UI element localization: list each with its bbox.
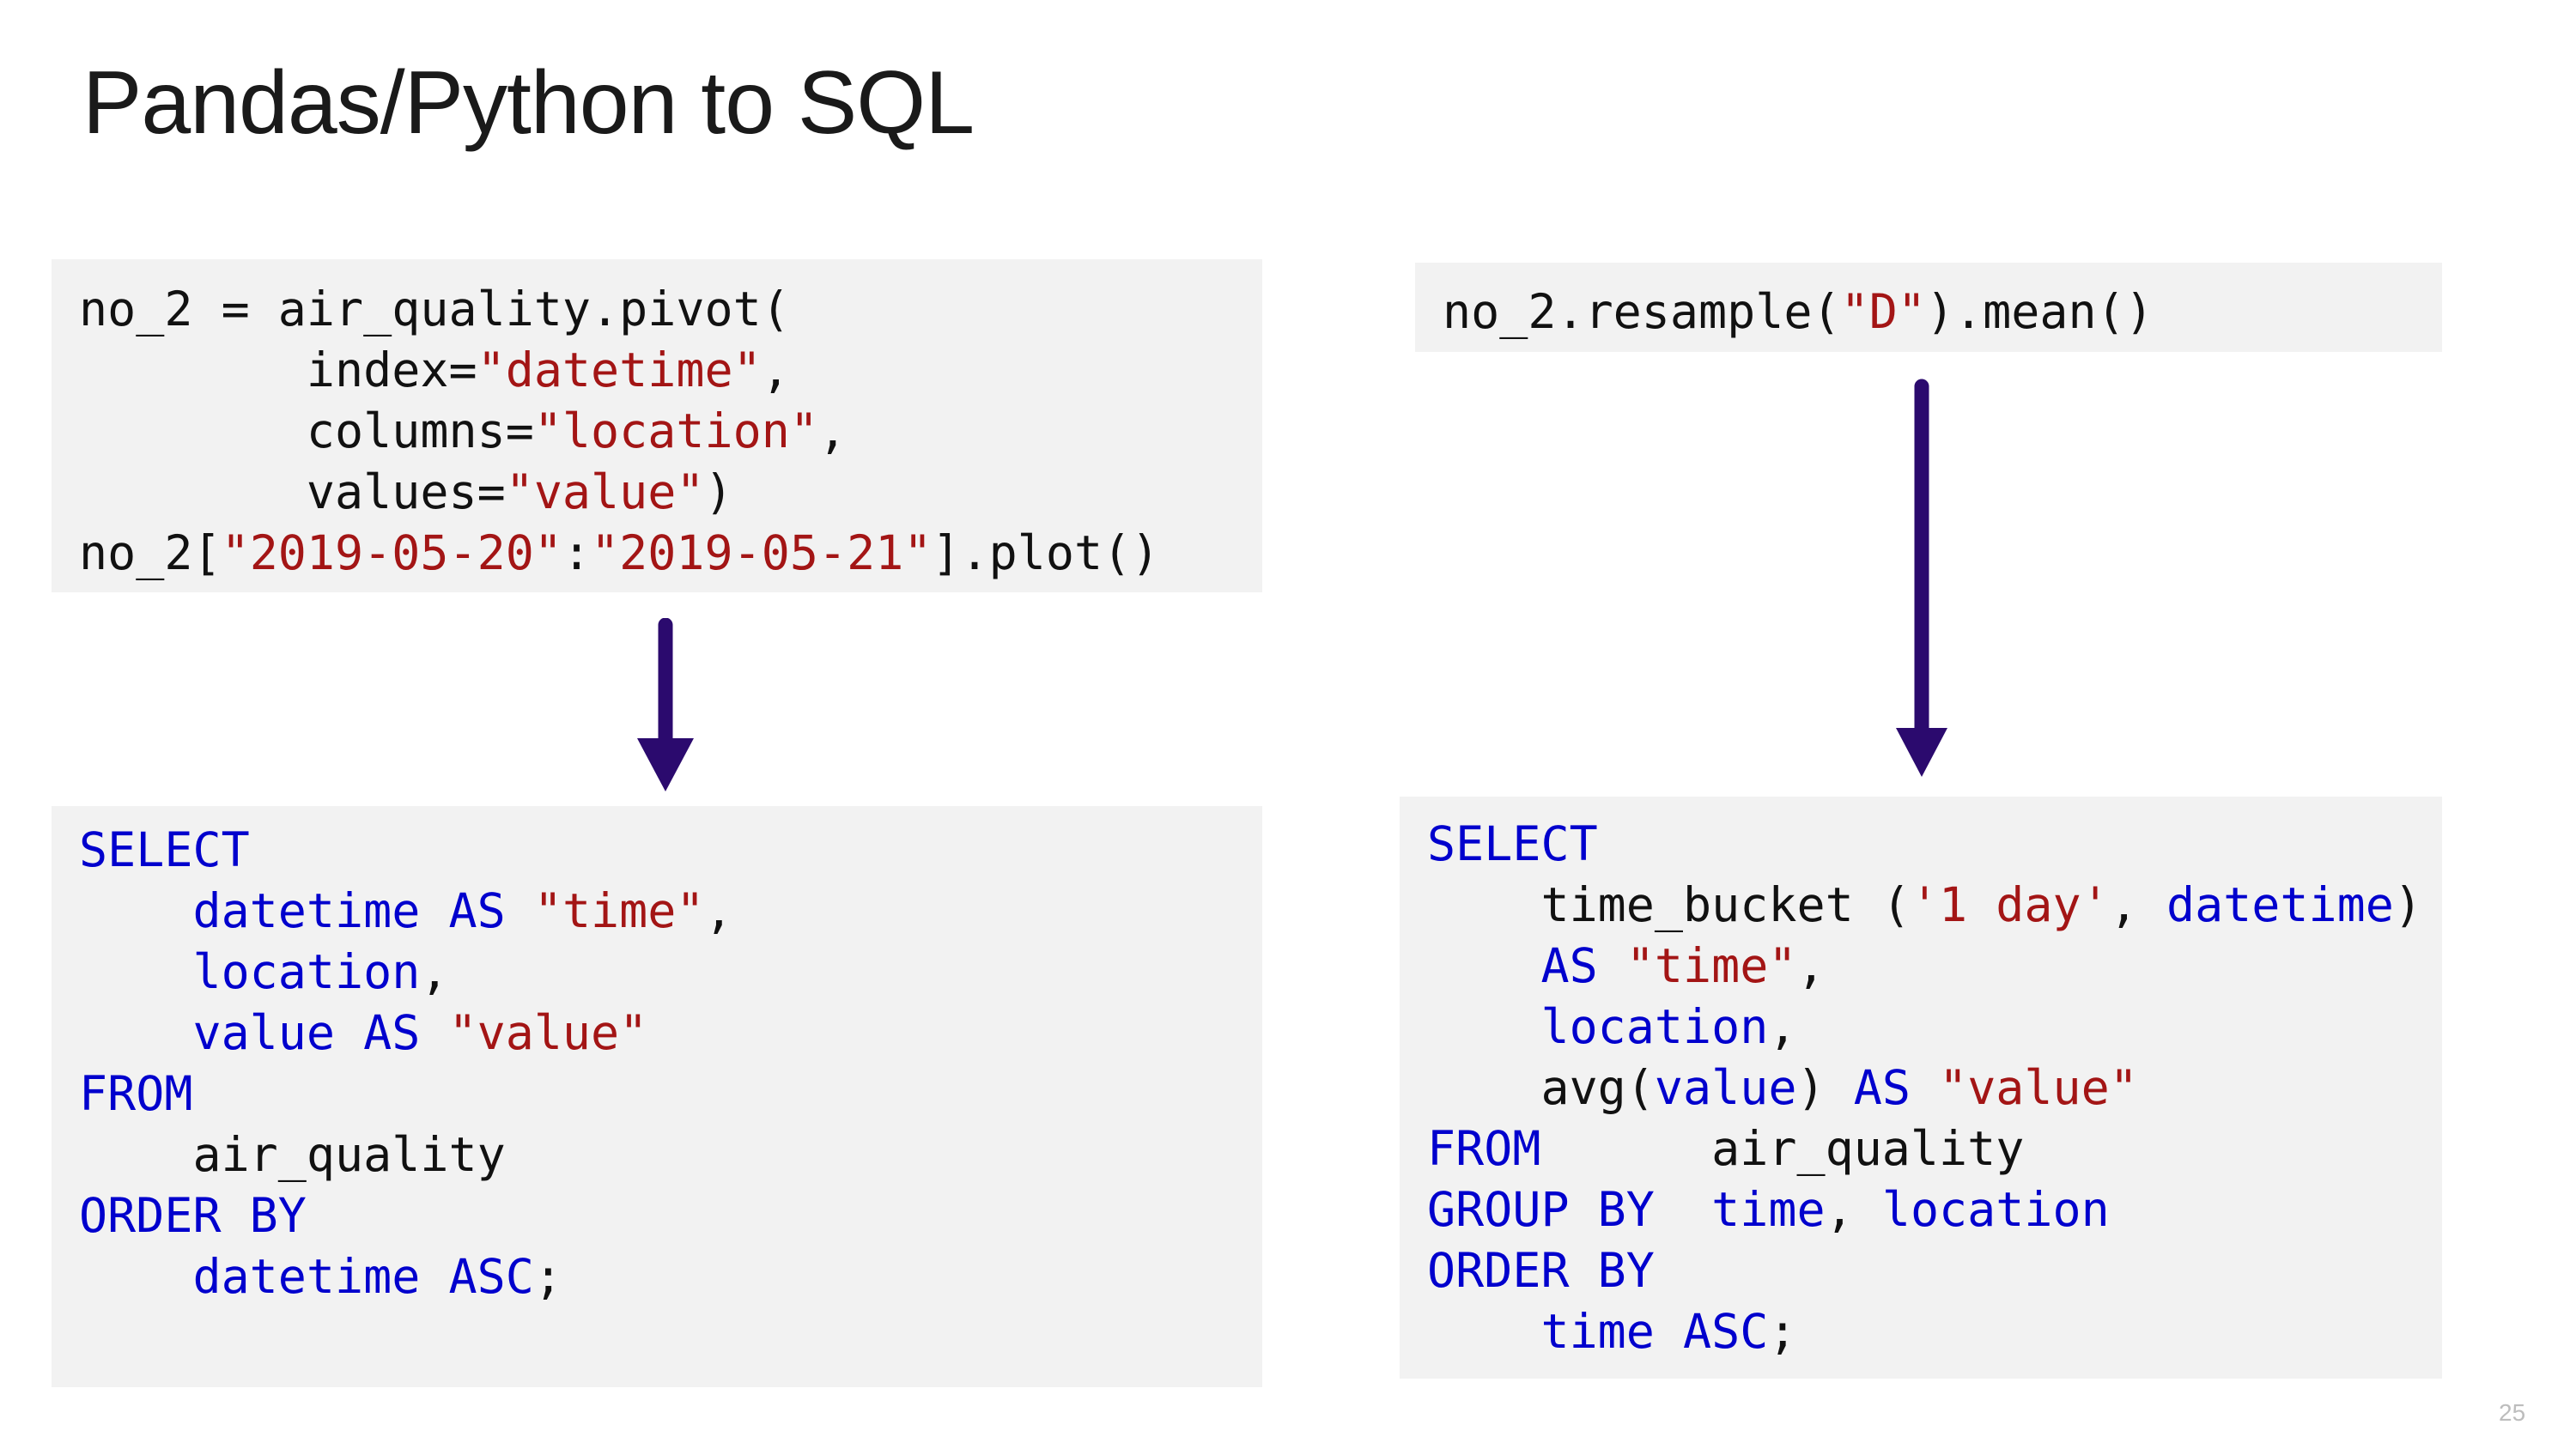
string-token: "location" — [533, 403, 818, 458]
string-token: "time" — [533, 883, 705, 938]
code-token: , — [704, 883, 733, 938]
keyword-token: ORDER BY — [79, 1188, 307, 1243]
keyword-token: time — [1711, 1182, 1826, 1237]
string-token: "datetime" — [477, 343, 762, 397]
code-token: ) — [1796, 1060, 1854, 1115]
code-line: values="value") — [79, 462, 1235, 523]
code-token: ; — [533, 1249, 562, 1304]
keyword-token: AS — [1853, 1060, 1911, 1115]
code-line: FROM air_quality — [1427, 1119, 2415, 1179]
code-token: no_2.resample( — [1443, 284, 1841, 339]
code-token: , — [2109, 877, 2166, 932]
string-token: "value" — [448, 1005, 648, 1060]
code-token: ).mean() — [1925, 284, 2154, 339]
keyword-token: SELECT — [1427, 816, 1598, 871]
keyword-token: location — [192, 944, 421, 999]
code-token: air_quality — [1540, 1121, 2025, 1176]
code-line: location, — [79, 942, 1235, 1003]
code-token: time_bucket ( — [1427, 877, 1911, 932]
code-token: values= — [79, 464, 506, 519]
keyword-token: datetime ASC — [192, 1249, 534, 1304]
keyword-token: location — [1881, 1182, 2110, 1237]
code-token: , — [761, 343, 790, 397]
keyword-token: AS — [1540, 938, 1598, 993]
string-token: "value" — [505, 464, 705, 519]
code-line: location, — [1427, 997, 2415, 1058]
code-token: avg( — [1427, 1060, 1655, 1115]
code-token: , — [420, 944, 449, 999]
arrow-down-icon — [1896, 379, 1947, 777]
code-line: index="datetime", — [79, 340, 1235, 401]
code-token: columns= — [79, 403, 534, 458]
string-token: '1 day' — [1910, 877, 2110, 932]
string-token: "time" — [1625, 938, 1797, 993]
code-token: , — [817, 403, 848, 458]
string-token: "value" — [1939, 1060, 2138, 1115]
slide-title: Pandas/Python to SQL — [82, 53, 975, 153]
code-token: ) — [2393, 877, 2422, 932]
keyword-token: value — [1654, 1060, 1797, 1115]
code-token: , — [1768, 999, 1797, 1054]
code-token: , — [1796, 938, 1826, 993]
code-line: no_2.resample("D").mean() — [1443, 282, 2415, 343]
keyword-token: location — [1540, 999, 1769, 1054]
keyword-token: time ASC — [1540, 1304, 1769, 1359]
right-pandas-code-block: no_2.resample("D").mean() — [1415, 263, 2442, 352]
keyword-token: datetime — [2166, 877, 2394, 932]
code-line: SELECT — [1427, 814, 2415, 875]
code-line: time ASC; — [1427, 1301, 2415, 1362]
code-token: ) — [704, 464, 733, 519]
code-line: no_2 = air_quality.pivot( — [79, 279, 1235, 340]
left-pandas-code-block: no_2 = air_quality.pivot( index="datetim… — [52, 259, 1262, 592]
page-number: 25 — [2499, 1399, 2526, 1426]
left-sql-code-block: SELECT datetime AS "time", location, val… — [52, 806, 1262, 1387]
arrow-down-icon — [637, 618, 694, 791]
string-token: "2019-05-20" — [221, 525, 562, 580]
code-line: SELECT — [79, 820, 1235, 881]
keyword-token: FROM — [1427, 1121, 1541, 1176]
code-line: AS "time", — [1427, 936, 2415, 997]
code-line: GROUP BY time, location — [1427, 1179, 2415, 1240]
code-token: ; — [1768, 1304, 1797, 1359]
code-token: air_quality — [79, 1127, 506, 1182]
string-token: "2019-05-21" — [591, 525, 933, 580]
code-token: index= — [79, 343, 477, 397]
code-token: no_2[ — [79, 525, 222, 580]
code-line: avg(value) AS "value" — [1427, 1058, 2415, 1119]
code-token: : — [562, 525, 592, 580]
code-token: no_2 = air_quality.pivot( — [79, 282, 790, 336]
code-line: ORDER BY — [79, 1185, 1235, 1246]
code-token: , — [1825, 1182, 1882, 1237]
keyword-token: ORDER BY — [1427, 1243, 1655, 1298]
right-sql-code-block: SELECT time_bucket ('1 day', datetime) A… — [1400, 797, 2442, 1379]
keyword-token: value AS — [192, 1005, 421, 1060]
keyword-token: datetime AS — [192, 883, 506, 938]
keyword-token: FROM — [79, 1066, 193, 1121]
code-token: ].plot() — [932, 525, 1160, 580]
code-line: no_2["2019-05-20":"2019-05-21"].plot() — [79, 523, 1235, 584]
code-line: time_bucket ('1 day', datetime) — [1427, 875, 2422, 936]
string-token: "D" — [1840, 284, 1926, 339]
code-line: value AS "value" — [79, 1003, 1235, 1064]
code-line: FROM — [79, 1064, 1235, 1125]
code-line: columns="location", — [79, 401, 1235, 462]
keyword-token: SELECT — [79, 822, 250, 877]
code-line: datetime AS "time", — [79, 881, 1235, 942]
code-line: datetime ASC; — [79, 1246, 1235, 1307]
code-line: air_quality — [79, 1125, 1235, 1185]
keyword-token: GROUP BY — [1427, 1182, 1655, 1237]
code-line: ORDER BY — [1427, 1240, 2415, 1301]
